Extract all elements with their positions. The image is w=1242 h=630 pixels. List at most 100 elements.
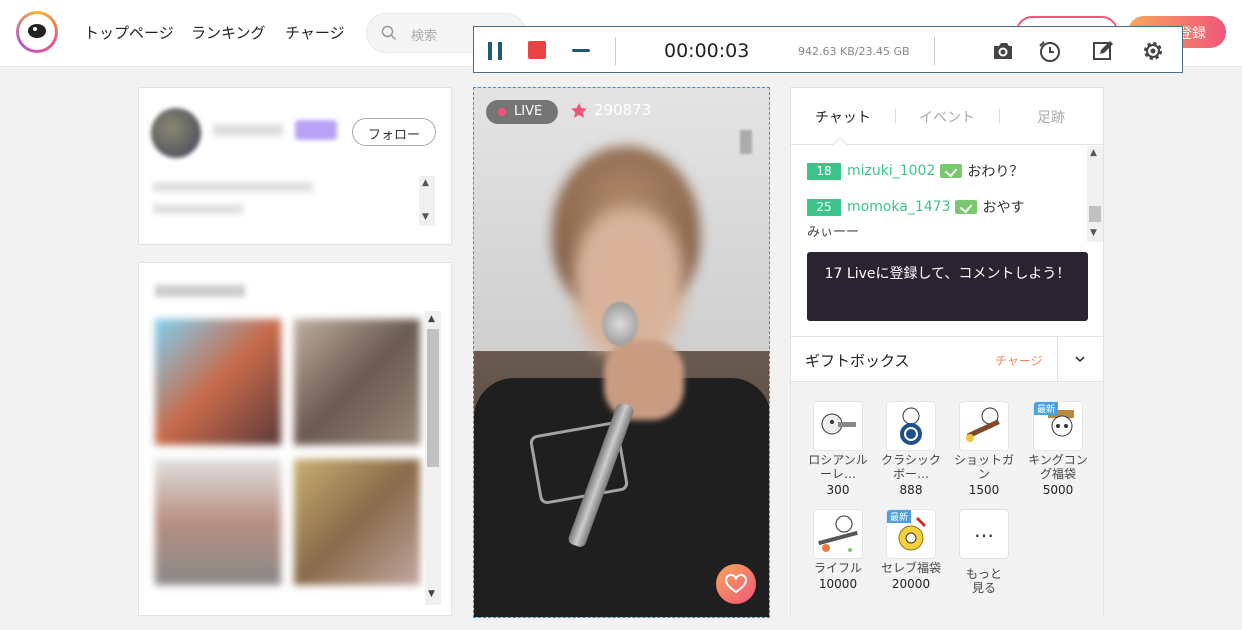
scroll-up-icon[interactable]: ▲ — [428, 314, 435, 324]
search-icon — [381, 25, 397, 41]
gift-russian-roulette-icon — [813, 401, 863, 451]
scroll-thumb[interactable] — [1089, 206, 1101, 222]
divider — [934, 37, 935, 65]
live-badge: LIVE — [486, 100, 558, 124]
chat-username[interactable]: mizuki_1002 — [847, 163, 935, 179]
microphone-image — [602, 302, 638, 346]
chat-message: 18 mizuki_1002 おわり？ — [807, 161, 1023, 181]
video-overlay-control — [740, 130, 752, 154]
charge-link[interactable]: チャージ — [995, 352, 1043, 369]
verified-icon — [955, 200, 978, 214]
recommended-scrollbar[interactable]: ▲ ▼ — [425, 311, 441, 605]
active-tab-indicator — [832, 136, 848, 152]
gift-price: 1500 — [968, 483, 1000, 497]
stream-thumbnail[interactable] — [294, 319, 420, 445]
scroll-up-icon[interactable]: ▲ — [422, 178, 429, 188]
gift-price: 888 — [899, 483, 923, 497]
logo-icon[interactable] — [16, 11, 58, 53]
minimize-icon[interactable] — [572, 49, 590, 52]
gift-price: 10000 — [818, 577, 858, 591]
gift-item[interactable]: ロシアンルーレ… 300 — [807, 401, 869, 497]
more-gifts-button[interactable]: … もっと見る — [953, 509, 1015, 595]
gear-icon[interactable] — [1140, 38, 1166, 64]
like-button[interactable] — [716, 564, 756, 604]
gift-name: キングコング福袋 — [1028, 453, 1088, 481]
register-to-comment-button[interactable]: 17 Liveに登録して、コメントしよう！ — [807, 252, 1088, 321]
chat-message: 25 momoka_1473 おやす — [807, 197, 1024, 217]
stop-icon[interactable] — [528, 41, 546, 59]
gift-item[interactable]: 最新 セレブ福袋 20000 — [880, 509, 942, 591]
gift-box-title: ギフトボックス — [805, 352, 910, 370]
gift-celeb-bag-icon: 最新 — [886, 509, 936, 559]
divider — [1057, 337, 1058, 381]
gift-name: ショットガン — [953, 453, 1014, 481]
star-icon — [571, 103, 587, 118]
live-label: LIVE — [514, 104, 543, 119]
chat-text-continuation: みぃーー — [807, 225, 860, 240]
new-badge: 最新 — [1034, 402, 1059, 415]
chat-text: おわり？ — [967, 164, 1024, 180]
timer-icon[interactable] — [1037, 38, 1063, 64]
scroll-up-icon[interactable]: ▲ — [1090, 148, 1097, 158]
gift-name: クラシックボー… — [881, 453, 941, 481]
chat-panel: チャット イベント 足跡 18 mizuki_1002 おわり？ 25 momoka_… — [790, 87, 1104, 617]
divider — [895, 108, 896, 124]
tab-event[interactable]: イベント — [919, 107, 975, 127]
heart-icon — [725, 574, 747, 594]
more-label: もっと見る — [965, 567, 1002, 595]
nav-ranking[interactable]: ランキング — [191, 22, 266, 43]
avatar[interactable] — [151, 108, 201, 158]
scroll-down-icon[interactable]: ▼ — [428, 589, 435, 599]
tab-footprints[interactable]: 足跡 — [1037, 107, 1065, 127]
recommended-streams-card: ▲ ▼ — [138, 262, 452, 616]
level-badge: 25 — [807, 198, 841, 216]
pause-icon[interactable] — [488, 42, 504, 60]
stream-thumbnail[interactable] — [155, 459, 281, 585]
bio-blurred — [153, 204, 243, 214]
new-badge: 最新 — [887, 510, 912, 523]
streamer-profile-card: フォロー ▲ ▼ — [138, 87, 452, 245]
divider — [615, 37, 616, 65]
stream-thumbnail[interactable] — [155, 319, 281, 445]
bio-scrollbar[interactable]: ▲ ▼ — [419, 176, 435, 226]
gift-item[interactable]: 最新 キングコング福袋 5000 — [1027, 401, 1089, 497]
gift-classic-boat-icon — [886, 401, 936, 451]
recording-size: 942.63 KB/23.45 GB — [798, 45, 910, 58]
scroll-down-icon[interactable]: ▼ — [1090, 228, 1097, 238]
chevron-down-icon[interactable] — [1075, 354, 1085, 364]
camera-icon[interactable] — [990, 38, 1016, 64]
chat-scrollbar[interactable]: ▲ ▼ — [1087, 146, 1103, 242]
streamer-name-blurred — [213, 124, 283, 136]
nav-charge[interactable]: チャージ — [285, 22, 345, 43]
chat-text: おやす — [982, 200, 1025, 216]
viewer-count: 290873 — [594, 101, 652, 119]
live-video-player[interactable]: LIVE 290873 — [473, 87, 770, 618]
verified-icon — [940, 164, 963, 178]
status-badge — [295, 120, 337, 140]
recording-time: 00:00:03 — [664, 40, 750, 62]
gift-item[interactable]: ライフル 10000 — [807, 509, 869, 591]
scroll-thumb[interactable] — [427, 329, 439, 467]
screen-recorder-toolbar: 00:00:03 942.63 KB/23.45 GB — [473, 26, 1183, 73]
gift-rifle-icon — [813, 509, 863, 559]
follow-button[interactable]: フォロー — [352, 118, 436, 146]
gift-item[interactable]: クラシックボー… 888 — [880, 401, 942, 497]
gift-name: ロシアンルーレ… — [808, 453, 868, 481]
gift-price: 20000 — [891, 577, 931, 591]
edit-icon[interactable] — [1090, 38, 1116, 64]
gift-name: セレブ福袋 — [880, 561, 941, 575]
live-dot-icon — [498, 108, 506, 116]
gift-price: 300 — [826, 483, 850, 497]
tab-chat[interactable]: チャット — [815, 107, 871, 127]
nav-top-page[interactable]: トップページ — [84, 22, 174, 43]
gift-item[interactable]: ショットガン 1500 — [953, 401, 1015, 497]
search-placeholder: 検索 — [411, 29, 438, 44]
gift-shotgun-icon — [959, 401, 1009, 451]
stream-thumbnail[interactable] — [294, 459, 420, 585]
bio-blurred — [153, 182, 313, 192]
gift-price: 5000 — [1042, 483, 1074, 497]
chat-username[interactable]: momoka_1473 — [847, 199, 950, 215]
scroll-down-icon[interactable]: ▼ — [422, 212, 429, 222]
gift-king-kong-bag-icon: 最新 — [1033, 401, 1083, 451]
level-badge: 18 — [807, 162, 841, 180]
